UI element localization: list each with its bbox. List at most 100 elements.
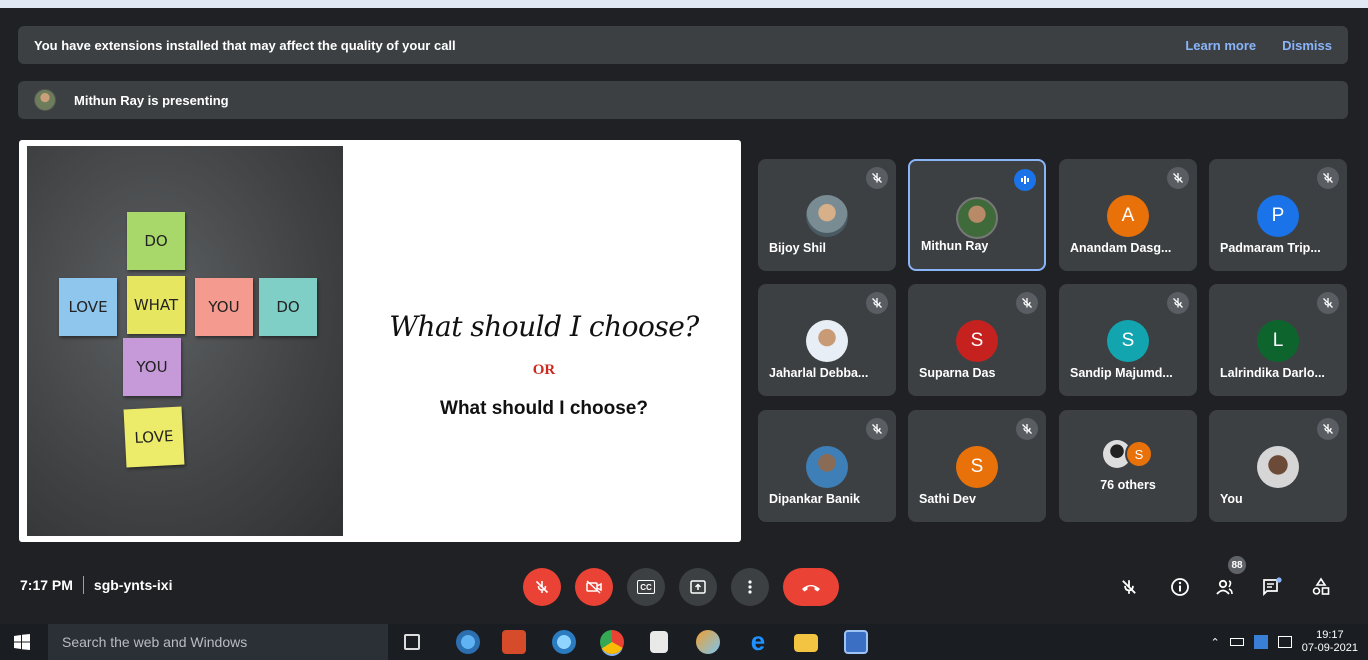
- extension-warning-banner: You have extensions installed that may a…: [18, 26, 1348, 64]
- taskbar-clock[interactable]: 19:17 07-09-2021: [1302, 629, 1358, 655]
- photos-app-icon[interactable]: [844, 630, 868, 654]
- chrome-icon[interactable]: [600, 630, 624, 654]
- more-vert-icon: [748, 580, 752, 594]
- windows-start-icon[interactable]: [14, 634, 30, 650]
- participant-initial-avatar: S: [956, 320, 998, 362]
- network-icon[interactable]: [1253, 635, 1268, 649]
- participant-tile[interactable]: S Sandip Majumd...: [1059, 284, 1197, 396]
- task-view-icon[interactable]: [404, 634, 420, 650]
- participant-name: Padmaram Trip...: [1220, 241, 1321, 255]
- mic-off-icon: [866, 418, 888, 440]
- presenter-avatar: [34, 89, 56, 111]
- camera-toggle-button[interactable]: [575, 568, 613, 606]
- participant-name: You: [1220, 492, 1243, 506]
- search-app-icon[interactable]: [552, 630, 576, 654]
- presenting-banner: Mithun Ray is presenting: [18, 81, 1348, 119]
- file-explorer-icon[interactable]: [794, 634, 818, 652]
- mic-off-icon: [866, 292, 888, 314]
- info-icon: [1171, 578, 1189, 596]
- mic-off-icon: [1317, 292, 1339, 314]
- participant-name: Dipankar Banik: [769, 492, 861, 506]
- show-everyone-button[interactable]: [1212, 573, 1240, 601]
- mic-off-icon: [1016, 418, 1038, 440]
- participant-tile[interactable]: Bijoy Shil: [758, 159, 896, 271]
- windows-taskbar: Search the web and Windows e ⌃ 19:17 07-…: [0, 624, 1368, 660]
- presentation-slide: DO LOVE WHAT YOU DO YOU LOVE What should…: [19, 140, 741, 542]
- participant-tile[interactable]: S Sathi Dev: [908, 410, 1046, 522]
- participant-avatar: [806, 446, 848, 488]
- notification-icon[interactable]: [1277, 636, 1292, 648]
- mic-off-icon: [1122, 580, 1136, 594]
- participant-name: Sandip Majumd...: [1070, 366, 1173, 380]
- camera-off-icon: [586, 580, 602, 594]
- participant-initial-avatar: L: [1257, 320, 1299, 362]
- others-avatars: S: [1103, 440, 1157, 468]
- meeting-code[interactable]: sgb-ynts-ixi: [94, 577, 173, 593]
- presentation-app-icon[interactable]: [502, 630, 526, 654]
- sticky-note: YOU: [123, 338, 181, 396]
- leave-call-button[interactable]: [783, 568, 839, 606]
- sticky-note: DO: [127, 212, 185, 270]
- participant-initial-avatar: S: [956, 446, 998, 488]
- chat-button[interactable]: [1258, 573, 1286, 601]
- participant-name: Suparna Das: [919, 366, 996, 380]
- sticky-note: DO: [259, 278, 317, 336]
- dismiss-button[interactable]: Dismiss: [1282, 38, 1332, 53]
- mic-off-icon: [1167, 292, 1189, 314]
- participant-initial-avatar: P: [1257, 195, 1299, 237]
- edge-browser-icon[interactable]: e: [746, 628, 770, 654]
- participant-avatar: [1257, 446, 1299, 488]
- activities-button[interactable]: [1307, 573, 1335, 601]
- present-now-button[interactable]: [679, 568, 717, 606]
- participant-tile[interactable]: L Lalrindika Darlo...: [1209, 284, 1347, 396]
- taskbar-search-placeholder: Search the web and Windows: [62, 634, 248, 650]
- paint-app-icon[interactable]: [696, 630, 720, 654]
- captions-button[interactable]: CC: [627, 568, 665, 606]
- mic-off-icon: [1167, 167, 1189, 189]
- activities-shapes-icon: [1312, 577, 1330, 595]
- clock-time: 19:17: [1316, 629, 1344, 641]
- taskbar-search-box[interactable]: Search the web and Windows: [48, 624, 388, 660]
- participant-initial-avatar: S: [1107, 320, 1149, 362]
- mic-off-icon: [1317, 167, 1339, 189]
- participant-name: Lalrindika Darlo...: [1220, 366, 1325, 380]
- speaking-indicator-icon: [1014, 169, 1036, 191]
- audio-off-button[interactable]: [1115, 573, 1143, 601]
- participant-initial-avatar: A: [1107, 195, 1149, 237]
- sticky-note: LOVE: [123, 406, 185, 468]
- slide-script-title: What should I choose?: [389, 310, 699, 343]
- mic-off-icon: [1016, 292, 1038, 314]
- system-tray: ⌃ 19:17 07-09-2021: [1211, 624, 1359, 660]
- battery-icon[interactable]: [1229, 638, 1244, 646]
- others-tile[interactable]: S 76 others: [1059, 410, 1197, 522]
- participant-tile[interactable]: Dipankar Banik: [758, 410, 896, 522]
- presenting-text: Mithun Ray is presenting: [74, 92, 229, 108]
- extension-warning-text: You have extensions installed that may a…: [34, 37, 456, 53]
- more-options-button[interactable]: [731, 568, 769, 606]
- sticky-note: WHAT: [127, 276, 185, 334]
- captions-icon: CC: [637, 580, 655, 594]
- chevron-up-icon[interactable]: ⌃: [1211, 636, 1220, 649]
- sticky-note: YOU: [195, 278, 253, 336]
- divider: [82, 576, 84, 594]
- participant-name: Sathi Dev: [919, 492, 976, 506]
- others-count-label: 76 others: [1100, 478, 1156, 492]
- hang-up-icon: [802, 585, 820, 592]
- participant-tile[interactable]: Mithun Ray: [908, 159, 1046, 271]
- self-tile[interactable]: You: [1209, 410, 1347, 522]
- participant-tile[interactable]: A Anandam Dasg...: [1059, 159, 1197, 271]
- other-avatar-initial: S: [1125, 440, 1153, 468]
- participant-tile[interactable]: Jaharlal Debba...: [758, 284, 896, 396]
- participant-tile[interactable]: P Padmaram Trip...: [1209, 159, 1347, 271]
- chat-icon: [1263, 577, 1282, 597]
- learn-more-link[interactable]: Learn more: [1185, 38, 1256, 53]
- participant-tile[interactable]: S Suparna Das: [908, 284, 1046, 396]
- globe-app-icon[interactable]: [456, 630, 480, 654]
- mic-toggle-button[interactable]: [523, 568, 561, 606]
- meeting-details-button[interactable]: [1166, 573, 1194, 601]
- participant-name: Jaharlal Debba...: [769, 366, 869, 380]
- meeting-time: 7:17 PM: [20, 577, 73, 593]
- participant-avatar: [806, 320, 848, 362]
- store-icon[interactable]: [650, 631, 668, 653]
- mic-off-icon: [535, 580, 549, 594]
